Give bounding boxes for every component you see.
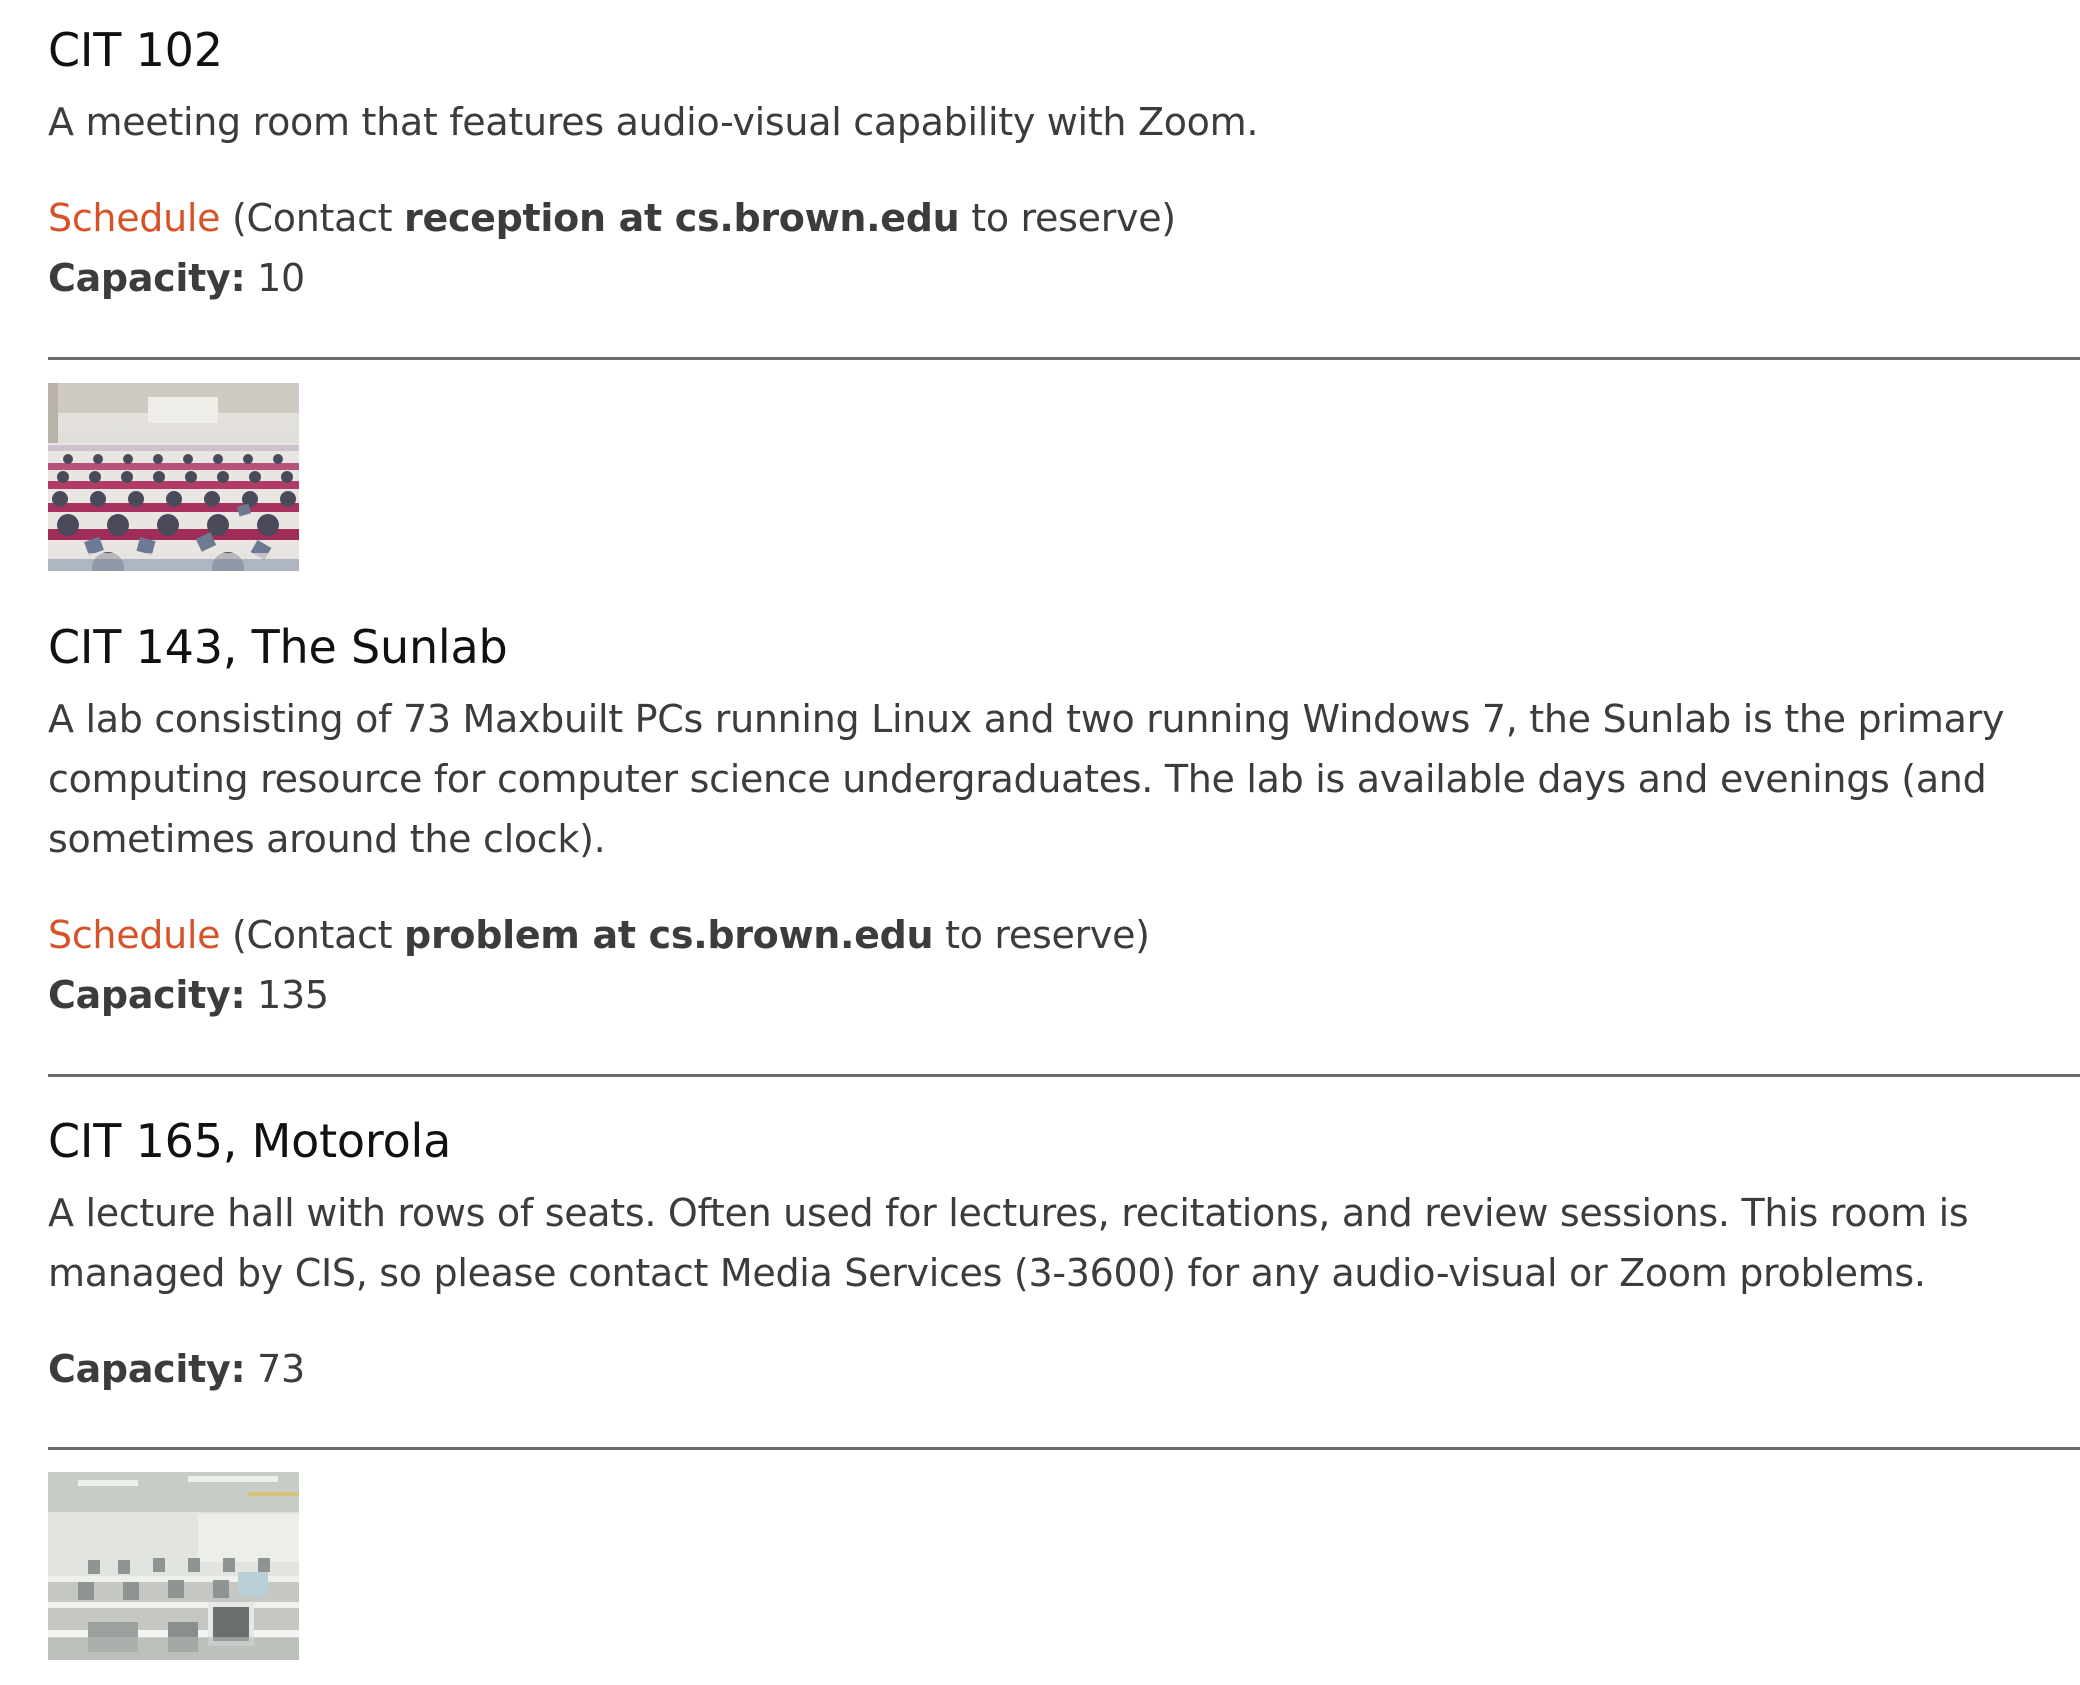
capacity-line: Capacity: 135 <box>48 965 2080 1025</box>
room-entry-cit-102: CIT 102 A meeting room that features aud… <box>48 22 2080 308</box>
capacity-value: 10 <box>245 256 305 300</box>
room-description: A lecture hall with rows of seats. Often… <box>48 1191 1969 1295</box>
schedule-line: Schedule (Contact reception at cs.brown.… <box>48 188 2080 248</box>
contact-suffix: to reserve) <box>933 913 1150 957</box>
contact-email: reception at cs.brown.edu <box>404 196 960 240</box>
capacity-label: Capacity: <box>48 256 246 300</box>
contact-email: problem at cs.brown.edu <box>404 913 934 957</box>
computer-lab-photo <box>48 1472 299 1660</box>
room-title: CIT 165, Motorola <box>48 1114 452 1168</box>
sunlab-photo <box>48 383 299 571</box>
capacity-line: Capacity: 10 <box>48 248 2080 308</box>
capacity-value: 73 <box>245 1347 305 1391</box>
schedule-link[interactable]: Schedule <box>48 913 221 957</box>
schedule-line: Schedule (Contact problem at cs.brown.ed… <box>48 905 2080 965</box>
capacity-line: Capacity: 73 <box>48 1339 2080 1399</box>
room-entry-cit-165: CIT 165, Motorola A lecture hall with ro… <box>48 1113 2080 1399</box>
capacity-label: Capacity: <box>48 1347 246 1391</box>
capacity-value: 135 <box>245 973 329 1017</box>
contact-prefix: (Contact <box>220 196 405 240</box>
section-divider <box>48 1074 2080 1077</box>
room-title: CIT 102 <box>48 23 223 77</box>
contact-prefix: (Contact <box>220 913 405 957</box>
room-entry-cit-143: CIT 143, The Sunlab A lab consisting of … <box>48 619 2080 1025</box>
section-divider <box>48 1447 2080 1450</box>
room-title: CIT 143, The Sunlab <box>48 620 508 674</box>
room-description: A lab consisting of 73 Maxbuilt PCs runn… <box>48 697 2005 861</box>
section-divider <box>48 357 2080 360</box>
contact-suffix: to reserve) <box>959 196 1176 240</box>
schedule-link[interactable]: Schedule <box>48 196 221 240</box>
room-description: A meeting room that features audio-visua… <box>48 100 1259 144</box>
capacity-label: Capacity: <box>48 973 246 1017</box>
